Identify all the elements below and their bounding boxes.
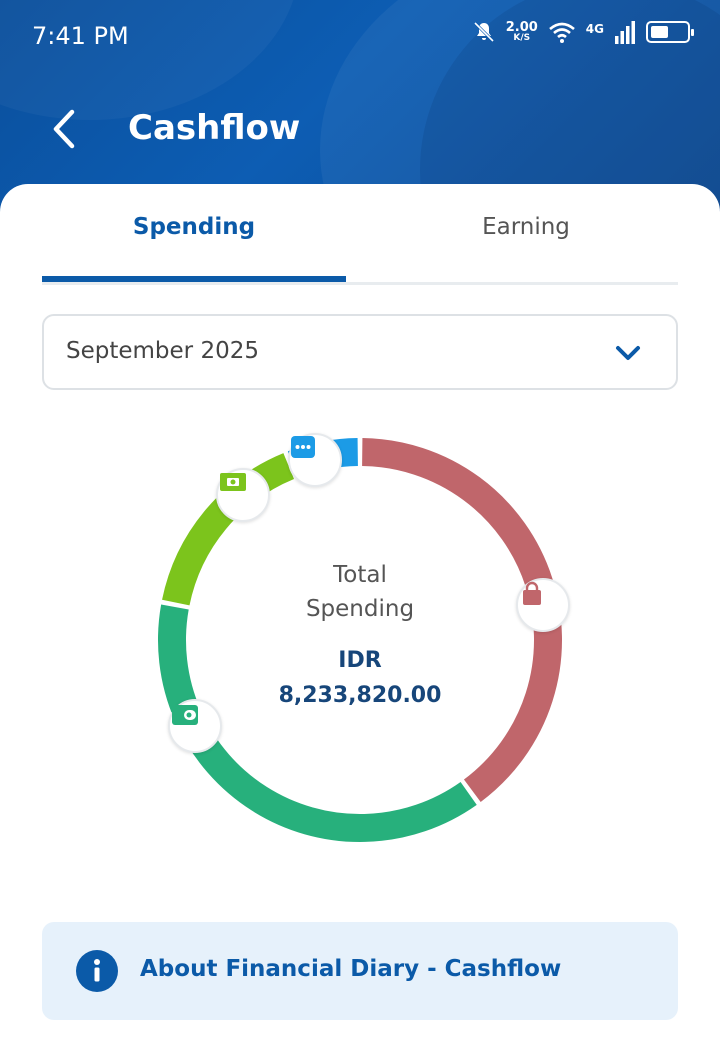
spending-donut-chart: Total Spending IDR 8,233,820.00 bbox=[150, 430, 570, 850]
status-icons: 2.00 K/S 4G bbox=[472, 20, 694, 44]
month-dropdown[interactable]: September 2025 bbox=[42, 314, 678, 390]
wifi-icon bbox=[548, 22, 575, 43]
tab-divider bbox=[42, 282, 678, 285]
chevron-down-icon bbox=[616, 346, 640, 360]
total-title-line1: Total bbox=[333, 562, 387, 588]
total-title-line2: Spending bbox=[305, 596, 415, 622]
tab-spending[interactable]: Spending bbox=[42, 214, 346, 240]
battery-icon bbox=[646, 21, 694, 43]
back-button[interactable] bbox=[46, 104, 86, 154]
content-card: Spending Earning September 2025 Total Sp… bbox=[0, 184, 720, 1060]
network-speed: 2.00 K/S bbox=[506, 21, 538, 43]
tab-bar: Spending Earning bbox=[42, 184, 678, 285]
total-currency: IDR bbox=[338, 648, 382, 673]
about-cashflow-label: About Financial Diary - Cashflow bbox=[140, 956, 562, 982]
status-time: 7:41 PM bbox=[32, 22, 129, 50]
network-type: 4G bbox=[585, 22, 604, 36]
info-icon bbox=[76, 950, 118, 992]
page-title: Cashflow bbox=[128, 108, 301, 148]
signal-icon bbox=[615, 21, 635, 44]
chevron-left-icon bbox=[53, 109, 75, 149]
chart-center: Total Spending IDR 8,233,820.00 bbox=[150, 430, 570, 850]
status-bar: 7:41 PM 2.00 K/S 4G bbox=[0, 0, 720, 72]
tab-earning[interactable]: Earning bbox=[374, 214, 678, 240]
speed-unit: K/S bbox=[513, 33, 531, 43]
mute-bell-icon bbox=[473, 21, 494, 43]
more-icon bbox=[287, 432, 342, 487]
month-dropdown-value: September 2025 bbox=[66, 338, 259, 364]
shopping-bag-icon bbox=[515, 578, 570, 633]
about-cashflow-banner[interactable]: About Financial Diary - Cashflow bbox=[42, 922, 678, 1020]
wallet-icon bbox=[168, 698, 223, 753]
active-tab-indicator bbox=[42, 276, 346, 282]
total-amount: 8,233,820.00 bbox=[278, 683, 442, 708]
